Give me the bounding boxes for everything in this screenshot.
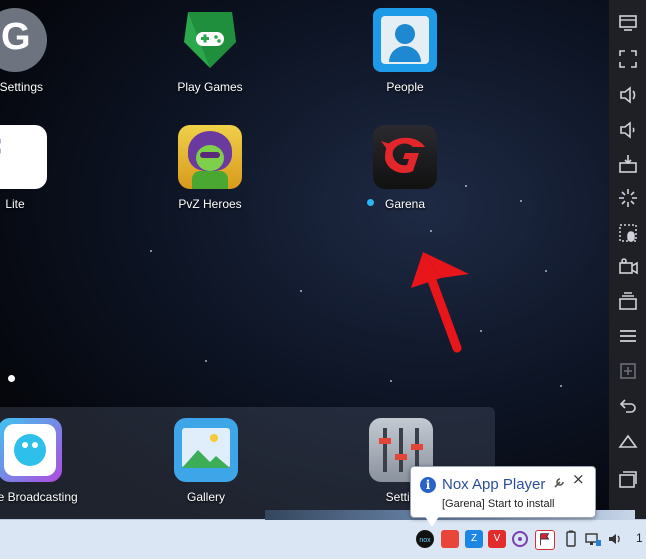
app-label: PvZ Heroes — [178, 197, 242, 211]
windows-taskbar: nox Z V 1 — [0, 510, 646, 559]
menu-icon[interactable] — [617, 325, 639, 347]
star — [300, 290, 302, 292]
wrench-icon[interactable] — [553, 474, 565, 488]
star — [430, 230, 432, 232]
star — [205, 360, 207, 362]
star — [150, 250, 152, 252]
notification-message: [Garena] Start to install — [442, 498, 555, 510]
app-garena[interactable]: Garena — [350, 125, 460, 211]
fullscreen-icon[interactable] — [617, 48, 639, 70]
balloon-tail — [424, 515, 440, 527]
red-app-icon[interactable] — [441, 530, 459, 548]
star — [520, 200, 522, 202]
app-label: People — [386, 80, 424, 94]
screen-record-icon[interactable] — [617, 256, 639, 278]
app-label: Live Broadcasting — [0, 490, 78, 504]
app-label: Lite — [5, 197, 25, 211]
notification-title: Nox App Player — [442, 476, 546, 493]
network-icon[interactable] — [584, 530, 602, 548]
pvz-heroes-icon — [178, 125, 242, 189]
add-icon[interactable] — [617, 360, 639, 382]
shake-icon[interactable] — [617, 187, 639, 209]
zalo-icon[interactable]: Z — [465, 530, 483, 548]
app-facebook-lite[interactable]: f Lite — [0, 125, 70, 211]
star — [465, 185, 467, 187]
recent-apps-icon[interactable] — [617, 468, 639, 490]
bigo-live-icon — [0, 418, 62, 482]
app-google-settings[interactable]: G le Settings — [0, 8, 70, 94]
app-gallery[interactable]: Gallery — [151, 418, 261, 504]
app-label: Gallery — [186, 490, 225, 504]
play-games-icon — [178, 8, 242, 72]
contacts-icon — [373, 8, 437, 72]
back-icon[interactable] — [617, 394, 639, 416]
app-live-broadcasting[interactable]: Live Broadcasting — [0, 418, 95, 504]
garena-icon — [373, 125, 437, 189]
red-arrow-annotation — [411, 252, 469, 353]
multi-instance-icon[interactable] — [617, 290, 639, 312]
nox-sidebar — [609, 0, 646, 519]
svg-text:nox: nox — [419, 537, 431, 544]
star — [560, 385, 562, 387]
monitor-icon[interactable] — [617, 12, 639, 34]
star — [390, 380, 392, 382]
info-icon: i — [420, 477, 436, 493]
battery-icon — [562, 530, 580, 548]
app-people[interactable]: People — [350, 8, 460, 94]
nox-tray-icon[interactable]: nox — [416, 530, 434, 548]
facebook-icon: f — [0, 125, 47, 189]
nox-notification-balloon[interactable]: i Nox App Player [Garena] Start to insta… — [410, 466, 596, 518]
keyboard-mapping-icon[interactable] — [617, 222, 639, 244]
gear-g-icon: G — [0, 8, 47, 72]
android-home-screen: G le Settings Play Games People f — [0, 0, 609, 519]
app-label: le Settings — [0, 80, 44, 94]
page-indicator-dot — [8, 375, 15, 382]
volume-down-icon[interactable] — [617, 119, 639, 141]
star — [480, 330, 482, 332]
close-icon[interactable]: × — [572, 470, 585, 488]
home-icon[interactable] — [617, 430, 639, 452]
star — [545, 270, 547, 272]
vivaldi-icon[interactable]: V — [488, 530, 506, 548]
apk-install-icon[interactable] — [617, 153, 639, 175]
app-pvz-heroes[interactable]: PvZ Heroes — [155, 125, 265, 211]
viber-icon[interactable] — [511, 530, 529, 548]
app-play-games[interactable]: Play Games — [155, 8, 265, 94]
speaker-icon[interactable] — [606, 530, 624, 548]
gallery-icon — [174, 418, 238, 482]
new-app-badge — [367, 199, 374, 206]
flag-icon[interactable] — [535, 530, 555, 550]
clock: 1 — [636, 531, 643, 545]
app-label: Play Games — [177, 80, 243, 94]
volume-up-icon[interactable] — [617, 84, 639, 106]
